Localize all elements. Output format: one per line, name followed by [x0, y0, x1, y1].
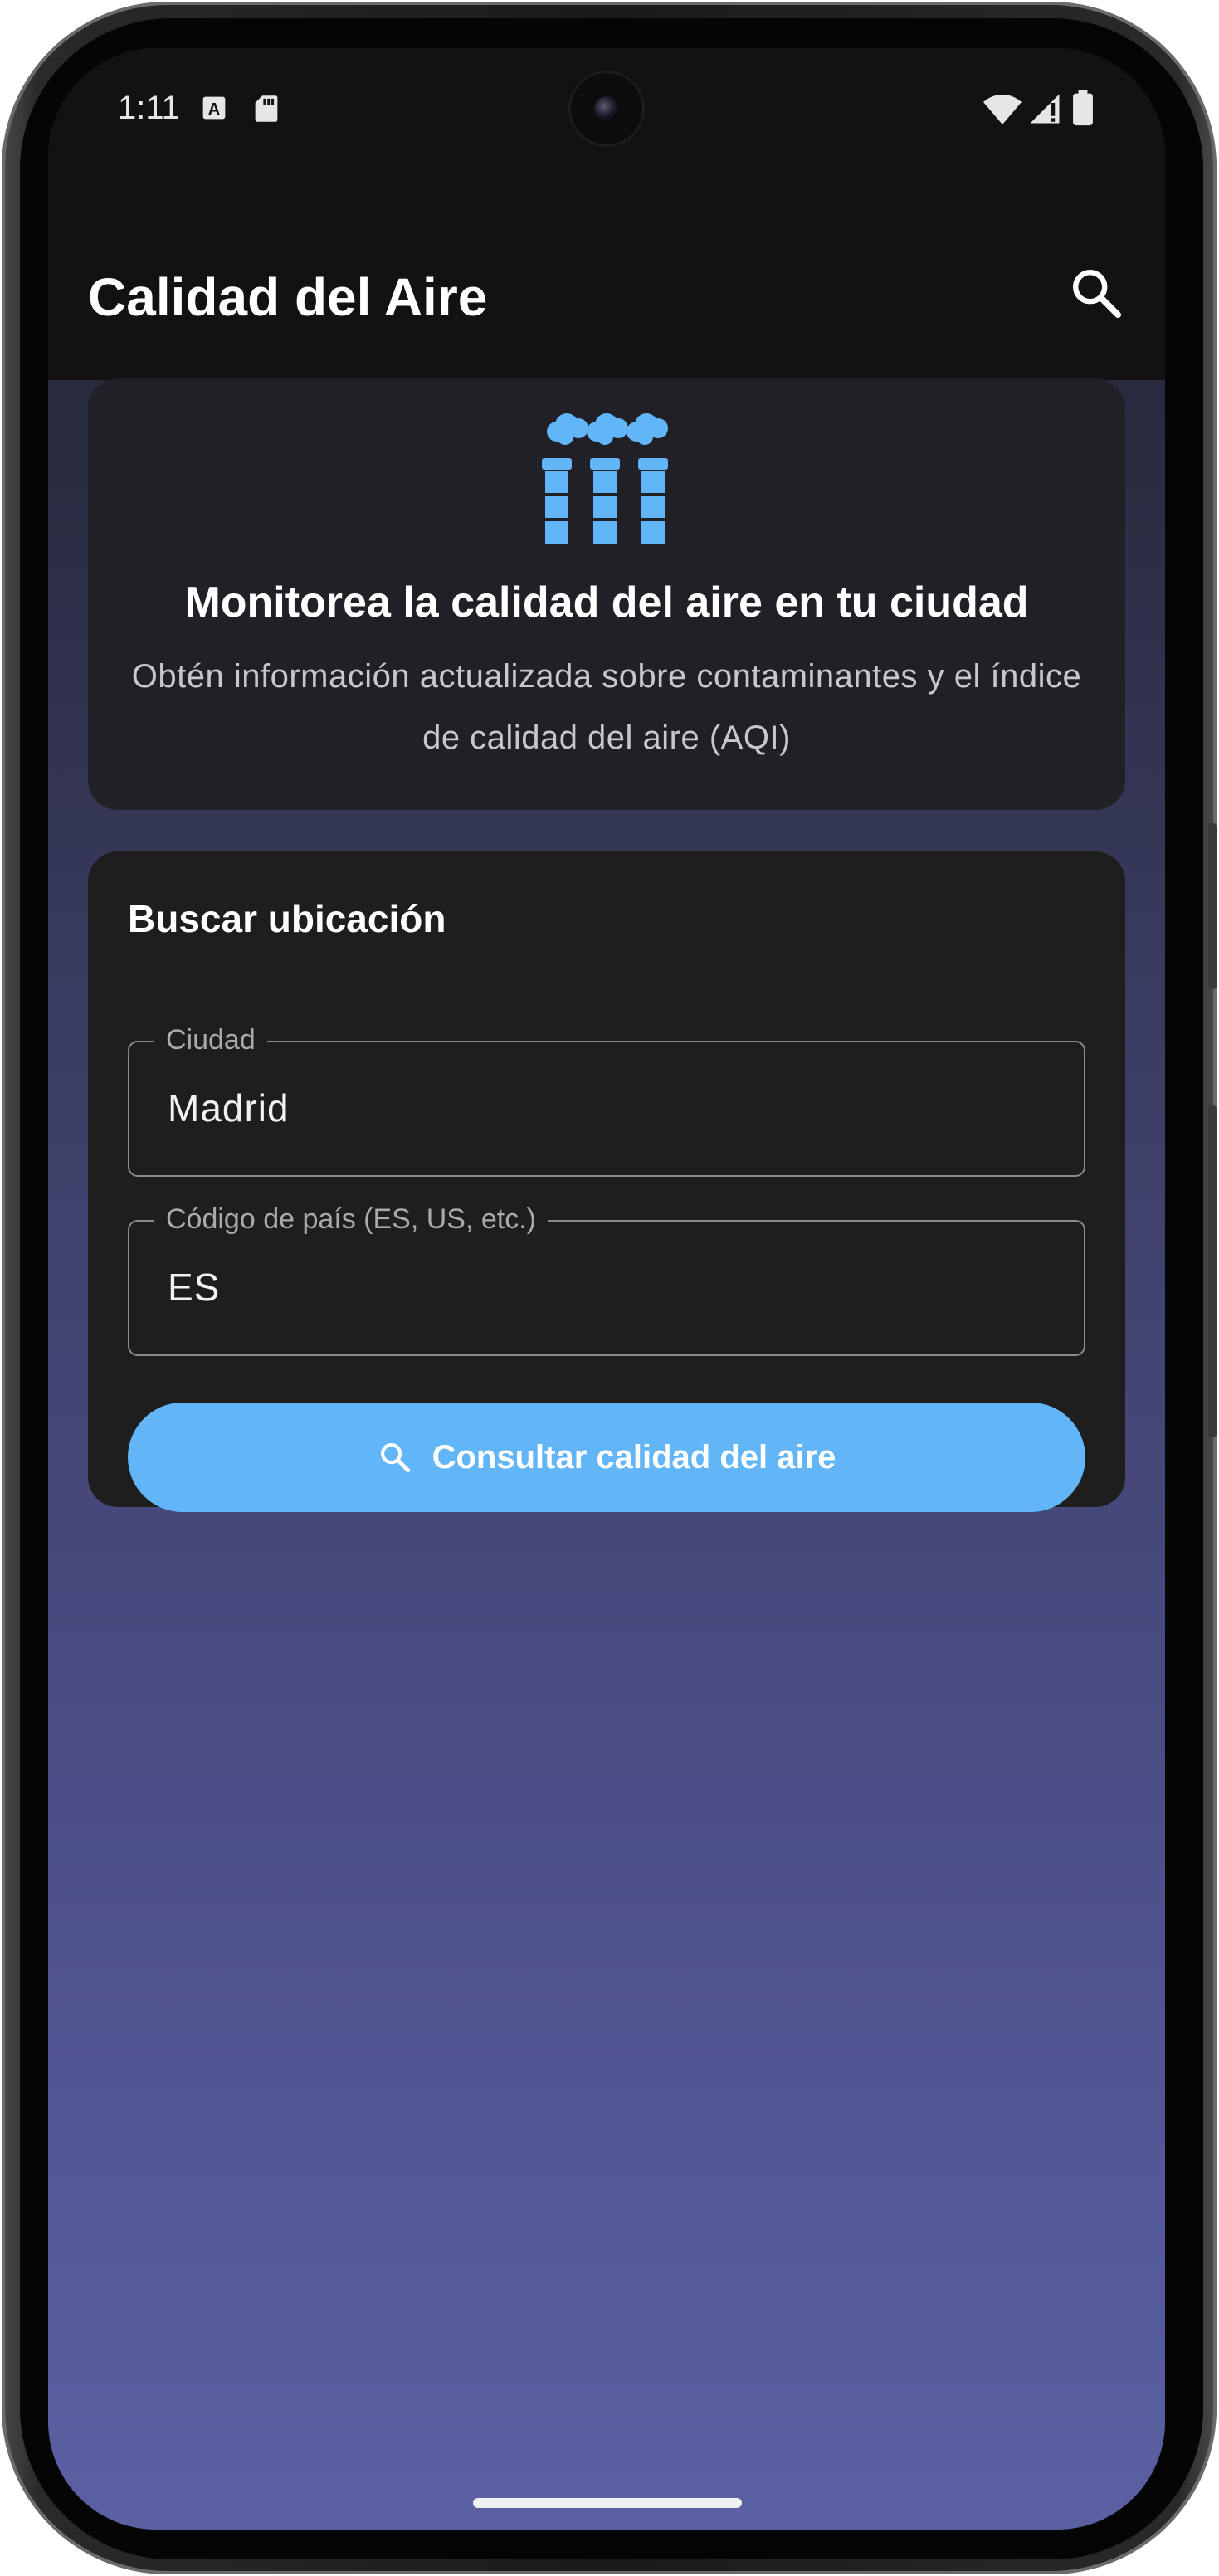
factory-icon — [542, 413, 668, 544]
status-time: 1:11 — [118, 90, 180, 126]
battery-icon — [1073, 90, 1093, 126]
wifi-icon — [983, 95, 1022, 124]
svg-text:A: A — [208, 100, 220, 119]
hero-title: Monitorea la calidad del aire en tu ciud… — [184, 578, 1029, 627]
volume-button — [1208, 1105, 1217, 1437]
power-button — [1208, 823, 1217, 989]
sd-card-icon — [255, 95, 278, 122]
country-code-field[interactable]: Código de país (ES, US, etc.) ES — [128, 1203, 1085, 1356]
country-code-field-label: Código de país (ES, US, etc.) — [154, 1203, 548, 1236]
signal-alert-icon — [1030, 94, 1060, 124]
search-card: Buscar ubicación Ciudad Madrid Código de… — [88, 851, 1125, 1512]
hero-card: Monitorea la calidad del aire en tu ciud… — [88, 378, 1125, 810]
hero-subtitle: Obtén información actualizada sobre cont… — [131, 658, 1082, 756]
home-indicator[interactable] — [473, 2498, 742, 2508]
country-code-field-value[interactable]: ES — [168, 1265, 220, 1310]
city-field-label: Ciudad — [154, 1024, 267, 1056]
app-title: Calidad del Aire — [88, 267, 488, 327]
check-air-quality-button-label: Consultar calidad del aire — [432, 1438, 836, 1476]
app-bar: Calidad del Aire — [48, 189, 1165, 380]
font-download-icon: A — [202, 96, 226, 120]
search-icon — [380, 1443, 410, 1473]
section-title: Buscar ubicación — [128, 897, 446, 940]
city-field[interactable]: Ciudad Madrid — [128, 1024, 1085, 1177]
city-field-value[interactable]: Madrid — [168, 1086, 290, 1130]
screen: 1:11 A Calidad del Aire Monitorea la cal… — [48, 48, 1165, 2530]
front-camera — [571, 73, 642, 144]
check-air-quality-button[interactable]: Consultar calidad del aire — [128, 1403, 1085, 1512]
status-bar: 1:11 A — [48, 48, 1165, 189]
search-icon[interactable] — [1067, 264, 1125, 322]
